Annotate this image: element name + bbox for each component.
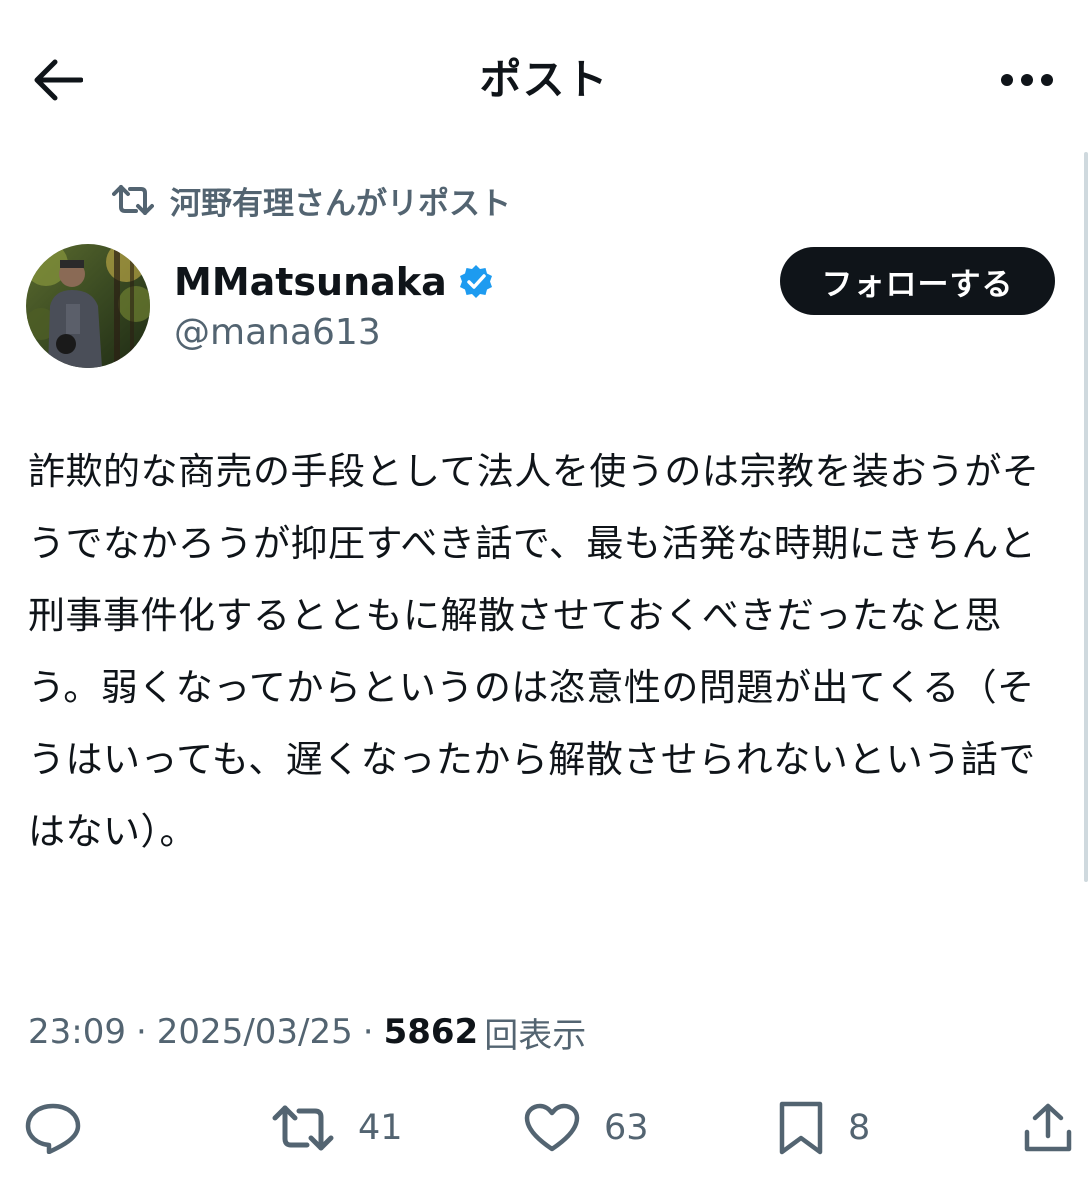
verified-badge-icon[interactable] <box>457 263 495 301</box>
bookmark-count: 8 <box>848 1108 871 1148</box>
tweet-time[interactable]: 23:09 <box>28 1012 126 1052</box>
views-label: 回表示 <box>484 1015 587 1056</box>
repost-icon <box>112 183 154 217</box>
author-name-row: MMatsunaka <box>174 256 495 308</box>
more-horizontal-icon <box>1001 74 1053 86</box>
page-title: ポスト <box>479 55 609 104</box>
share-button[interactable] <box>1022 1092 1074 1164</box>
display-name[interactable]: MMatsunaka <box>174 260 447 304</box>
author-handle[interactable]: @mana613 <box>174 308 381 358</box>
heart-icon <box>524 1103 580 1152</box>
reply-button[interactable] <box>24 1092 82 1164</box>
like-count: 63 <box>604 1108 649 1148</box>
bookmark-button[interactable]: 8 <box>778 1092 870 1164</box>
repost-icon <box>272 1105 334 1151</box>
top-bar: ポスト <box>0 0 1088 150</box>
reply-icon <box>25 1103 81 1154</box>
repost-context-label: 河野有理さんがリポスト <box>170 185 511 222</box>
like-button[interactable]: 63 <box>524 1092 649 1164</box>
scrollbar[interactable] <box>1084 152 1088 882</box>
tweet-text: 詐欺的な商売の手段として法人を使うのは宗教を装おうがそうでなかろうが抑圧すべき話… <box>28 450 1040 853</box>
repost-count: 41 <box>358 1108 403 1148</box>
tweet-meta: 23:09 · 2025/03/25 · 5862 回表示 <box>28 1006 586 1058</box>
meta-separator: · <box>362 1012 374 1052</box>
more-options-button[interactable] <box>996 56 1058 104</box>
follow-button[interactable]: フォローする <box>780 247 1055 315</box>
meta-separator: · <box>135 1012 147 1052</box>
views-count[interactable]: 5862 <box>384 1012 479 1052</box>
share-icon <box>1024 1103 1072 1152</box>
action-bar: 41 63 8 <box>0 1092 1088 1164</box>
bookmark-icon <box>779 1101 823 1155</box>
avatar[interactable] <box>26 244 150 368</box>
repost-button[interactable]: 41 <box>272 1092 403 1164</box>
tweet-date[interactable]: 2025/03/25 <box>157 1012 353 1052</box>
repost-context[interactable]: 河野有理さんがリポスト <box>112 176 511 224</box>
